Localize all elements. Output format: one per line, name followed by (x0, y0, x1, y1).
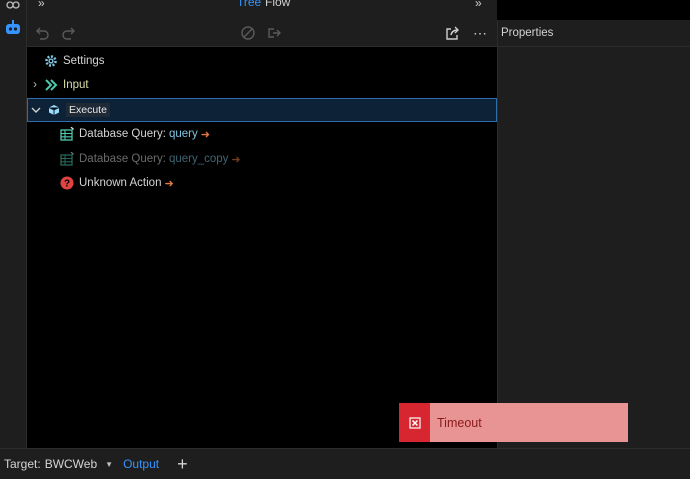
chevron-down-icon[interactable] (28, 105, 44, 115)
tree-item-db-query[interactable]: Database Query: query ➜ (27, 122, 497, 146)
tree-item-label: Execute (66, 103, 110, 117)
tree-toolbar: ⋯ (27, 20, 497, 47)
output-arrow-icon: ➜ (200, 128, 210, 141)
tree-item-label: Settings (63, 55, 105, 67)
toolbar-spacer (27, 10, 497, 20)
undo-icon[interactable] (32, 23, 52, 43)
chevron-right-icon[interactable]: › (27, 79, 43, 91)
disable-icon[interactable] (238, 23, 258, 43)
query-name: query_copy (168, 153, 229, 165)
output-arrow-icon: ➜ (164, 177, 174, 190)
more-options-icon[interactable]: ⋯ (470, 23, 490, 43)
redo-icon[interactable] (59, 23, 79, 43)
close-icon[interactable] (399, 403, 430, 442)
robot-icon[interactable] (4, 19, 22, 37)
tab-tree[interactable]: Tree (237, 0, 261, 9)
plugin-icon[interactable] (4, 0, 22, 18)
jump-icon[interactable] (264, 23, 284, 43)
tab-flow[interactable]: Flow (265, 0, 290, 9)
output-button[interactable]: Output (123, 457, 159, 471)
tree-item-settings[interactable]: Settings (27, 49, 497, 73)
dropdown-caret-icon[interactable]: ▼ (105, 460, 113, 469)
flow-tree: Settings › Input Execute Database Query:… (27, 47, 497, 447)
tree-item-label: Database Query: (79, 153, 166, 165)
query-name: query (168, 128, 198, 140)
tree-item-unknown-action[interactable]: ? Unknown Action ➜ (27, 171, 497, 195)
cube-icon (46, 102, 62, 118)
properties-panel: Properties (498, 20, 690, 448)
gear-icon (43, 53, 59, 69)
activity-bar (0, 0, 27, 448)
properties-title: Properties (498, 20, 690, 47)
tree-item-input[interactable]: › Input (27, 73, 497, 97)
target-select[interactable]: BWCWeb (45, 457, 97, 471)
target-label: Target: (4, 457, 41, 471)
tree-item-db-query-copy[interactable]: Database Query: query_copy ➜ (27, 147, 497, 171)
tree-item-label: Input (63, 79, 89, 91)
add-icon[interactable]: + (177, 455, 188, 473)
status-bar: Target: BWCWeb ▼ Output + (0, 448, 690, 479)
expand-left-icon[interactable]: » (38, 0, 45, 10)
output-arrow-icon: ➜ (231, 153, 241, 166)
tree-item-execute[interactable]: Execute (27, 98, 497, 122)
tree-item-label: Unknown Action (79, 177, 162, 189)
share-icon[interactable] (443, 23, 463, 43)
table-icon (59, 151, 75, 167)
double-chevron-icon (43, 77, 59, 93)
error-toast[interactable]: Timeout (399, 403, 628, 442)
question-icon: ? (59, 175, 75, 191)
table-icon (59, 126, 75, 142)
toast-message: Timeout (437, 415, 482, 430)
svg-text:?: ? (64, 179, 70, 190)
tree-item-label: Database Query: (79, 128, 166, 140)
view-tabs: » Tree Flow » (27, 0, 497, 10)
expand-right-icon[interactable]: » (475, 0, 482, 10)
